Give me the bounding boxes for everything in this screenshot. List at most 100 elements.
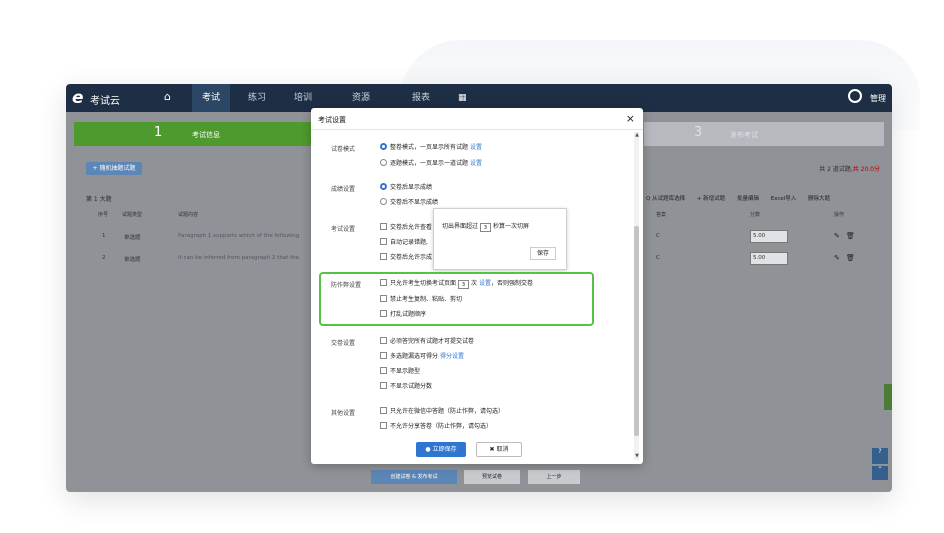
radio[interactable]	[380, 159, 387, 166]
settings-link[interactable]: 设置	[479, 280, 491, 287]
col-header-type: 试题类型	[122, 212, 143, 218]
excel-import-button[interactable]: Excel导入	[771, 196, 797, 202]
row-type: 单选题	[124, 257, 141, 263]
switch-screen-popover: 切出界面超过 3 秒算一次切屏 保存	[433, 208, 567, 270]
anticheat-option-3[interactable]: 打乱试题顺序	[380, 309, 426, 318]
submit-option-4-label: 不显示试题分数	[390, 383, 433, 390]
checkbox[interactable]	[380, 310, 387, 317]
section-exam: 考试设置	[331, 226, 356, 233]
delete-icon[interactable]: 🗑	[846, 232, 855, 240]
checkbox[interactable]	[380, 382, 387, 389]
save-now-button[interactable]: ● 立即保存	[416, 442, 466, 457]
preview-button[interactable]: 预览试卷	[464, 470, 520, 484]
checkbox[interactable]	[380, 279, 387, 286]
exam-option-2[interactable]: 自动记录错题,	[380, 237, 428, 246]
row-content[interactable]: Paragraph 1 supports which of the follow…	[178, 233, 299, 239]
scroll-down-icon[interactable]: ▼	[635, 453, 639, 459]
anticheat-option-3-label: 打乱试题顺序	[390, 311, 427, 318]
step-1-label: 考试信息	[192, 131, 220, 139]
nav-exam[interactable]: 考试	[192, 84, 230, 112]
score-settings-link[interactable]: 得分设置	[440, 353, 464, 360]
submit-option-1[interactable]: 必须答完所有试题才可提交试卷	[380, 336, 474, 345]
delete-section-button[interactable]: 删除大题	[808, 196, 830, 202]
mode-single-label: 逐题模式，一页显示一道试题	[390, 160, 469, 167]
checkbox[interactable]	[380, 223, 387, 230]
section-submit: 交卷设置	[331, 340, 356, 347]
checkbox[interactable]	[380, 337, 387, 344]
checkbox[interactable]	[380, 295, 387, 302]
close-icon[interactable]: ×	[626, 112, 635, 125]
section-mode: 试卷模式	[331, 146, 356, 153]
delete-icon[interactable]: 🗑	[846, 254, 855, 262]
switch-count-input[interactable]: 3	[458, 280, 470, 289]
nav-practice[interactable]: 练习	[242, 84, 272, 112]
exam-option-3[interactable]: 交卷后允许示成	[380, 252, 432, 261]
checkbox[interactable]	[380, 422, 387, 429]
col-header-score: 分数	[750, 212, 761, 218]
row-score-input[interactable]: 5.00	[750, 252, 788, 265]
submit-option-4[interactable]: 不显示试题分数	[380, 381, 432, 390]
row-score-input[interactable]: 5.00	[750, 230, 788, 243]
other-option-2[interactable]: 不允许分享答卷（防止作弊，请勾选）	[380, 421, 492, 430]
anticheat-option-1[interactable]: 只允许考生切换考试页面 3 次 设置，否则强制交卷	[380, 278, 533, 289]
scrollbar-thumb[interactable]	[634, 226, 639, 436]
times-label: 次	[471, 280, 478, 287]
brand-name: 考试云	[90, 96, 120, 107]
result-show-option[interactable]: 交卷后显示成绩	[380, 182, 432, 191]
settings-link[interactable]: 设置	[470, 144, 482, 151]
select-from-bank-button[interactable]: Q 从试题库选择	[646, 196, 685, 202]
settings-link[interactable]: 设置	[470, 160, 482, 167]
dialog-header: 考试设置 ×	[311, 108, 643, 130]
mode-all-option[interactable]: 整卷模式，一页显示所有试题 设置	[380, 142, 482, 151]
side-help-button[interactable]: ?	[872, 448, 888, 464]
add-random-question-button[interactable]: + 随机抽题试题	[86, 162, 142, 175]
section-other: 其他设置	[331, 410, 356, 417]
manage-link[interactable]: 管理	[870, 93, 886, 104]
popover-pre: 切出界面超过	[442, 223, 479, 230]
checkbox[interactable]	[380, 352, 387, 359]
side-float-tab[interactable]	[884, 384, 892, 410]
user-icon[interactable]	[848, 89, 862, 103]
submit-option-3[interactable]: 不显示题型	[380, 366, 420, 375]
row-num: 2	[102, 255, 106, 261]
anticheat-option-1-label: 只允许考生切换考试页面	[390, 280, 457, 287]
exam-option-1[interactable]: 交卷后允许查看	[380, 222, 432, 231]
scroll-up-icon[interactable]: ▲	[635, 132, 639, 138]
radio-selected[interactable]	[380, 183, 387, 190]
checkbox[interactable]	[380, 253, 387, 260]
checkbox[interactable]	[380, 238, 387, 245]
prev-step-button[interactable]: 上一步	[528, 470, 580, 484]
col-header-actions: 操作	[834, 212, 845, 218]
back-to-top-icon[interactable]: ⌃	[872, 466, 888, 480]
question-count-prefix: 共 2 道试题,	[819, 166, 853, 173]
seconds-input[interactable]: 3	[480, 223, 492, 232]
col-header-num: 序号	[98, 212, 109, 218]
col-header-answer: 答案	[656, 212, 667, 218]
new-question-button[interactable]: + 新增试题	[697, 196, 725, 202]
result-hide-option[interactable]: 交卷后不显示成绩	[380, 197, 438, 206]
page: e 考试云 ⌂ 考试 练习 培训 资源 报表 ▦ 管理 1 考试信息 3 发布考…	[0, 0, 944, 533]
anticheat-option-1-suffix: ，否则强制交卷	[490, 280, 533, 287]
mode-single-option[interactable]: 逐题模式，一页显示一道试题 设置	[380, 158, 482, 167]
anticheat-option-2[interactable]: 禁止考生复制、粘贴、剪切	[380, 294, 462, 303]
edit-icon[interactable]: ✎	[834, 254, 840, 262]
cancel-button[interactable]: ✖ 取消	[476, 442, 522, 457]
create-and-publish-button[interactable]: 创建试卷 & 发布考试	[371, 470, 457, 484]
checkbox[interactable]	[380, 367, 387, 374]
result-show-label: 交卷后显示成绩	[390, 184, 433, 191]
list-toolbar: Q 从试题库选择 + 新增试题 批量编辑 Excel导入 删除大题	[646, 194, 840, 202]
radio-selected[interactable]	[380, 143, 387, 150]
step-3-number: 3	[694, 125, 703, 140]
home-icon[interactable]: ⌂	[164, 90, 171, 103]
submit-option-2[interactable]: 多选题漏选可得分 得分设置	[380, 351, 464, 360]
other-option-1[interactable]: 只允许在微信中答题（防止作弊，请勾选）	[380, 406, 504, 415]
edit-icon[interactable]: ✎	[834, 232, 840, 240]
submit-option-2-label: 多选题漏选可得分	[390, 353, 439, 360]
popover-save-button[interactable]: 保存	[530, 247, 556, 260]
row-content[interactable]: It can be inferred from paragraph 2 that…	[178, 255, 299, 261]
radio[interactable]	[380, 198, 387, 205]
exam-option-2-label: 自动记录错题,	[390, 239, 428, 246]
batch-edit-button[interactable]: 批量编辑	[737, 196, 759, 202]
row-answer: C	[656, 255, 660, 261]
checkbox[interactable]	[380, 407, 387, 414]
